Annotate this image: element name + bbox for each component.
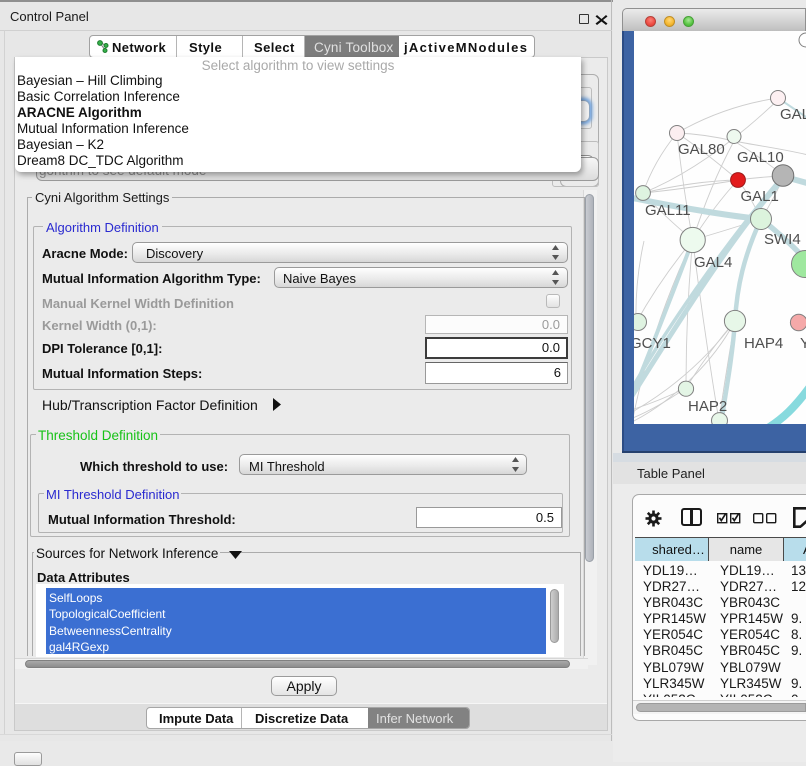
svg-text:GAL: GAL xyxy=(780,106,806,123)
svg-text:GAL4: GAL4 xyxy=(694,254,732,271)
svg-text:HAP4: HAP4 xyxy=(744,335,783,352)
svg-text:GCY1: GCY1 xyxy=(634,335,671,352)
svg-text:GAL80: GAL80 xyxy=(678,141,725,158)
svg-text:SWI4: SWI4 xyxy=(764,231,801,248)
svg-text:GAL11: GAL11 xyxy=(645,202,691,219)
svg-text:GAL1: GAL1 xyxy=(741,188,779,205)
svg-text:Y: Y xyxy=(800,335,806,352)
svg-text:GAL10: GAL10 xyxy=(737,149,784,166)
svg-text:HAP2: HAP2 xyxy=(688,398,727,415)
